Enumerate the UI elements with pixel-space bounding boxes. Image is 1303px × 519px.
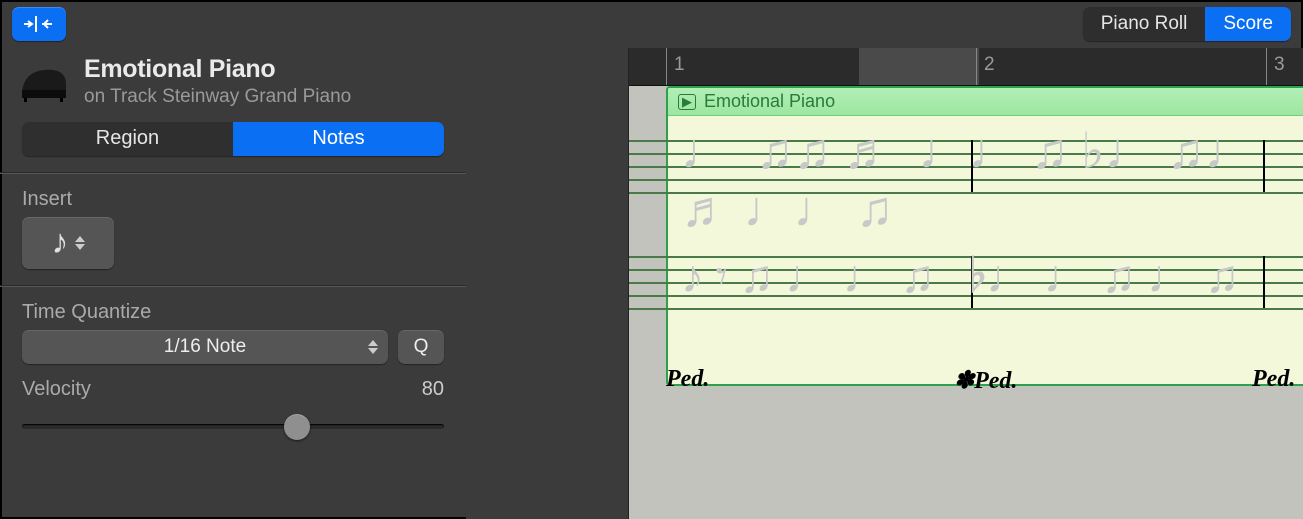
time-quantize-select[interactable]: 1/16 Note	[22, 330, 388, 364]
notes[interactable]: ♪ 𝄾 ♫ ♩ ♩ ♫ ♭♩ ♩ ♫ ♩ ♫	[681, 250, 1239, 305]
time-quantize-value: 1/16 Note	[164, 336, 246, 358]
timeline-ruler[interactable]: 1 2 3	[466, 48, 1303, 86]
pedal-marking[interactable]: ✽Ped.	[954, 366, 1017, 395]
region-title: Emotional Piano	[84, 56, 351, 84]
region-header[interactable]: ▶ Emotional Piano	[668, 88, 1303, 116]
stepper-arrows-icon	[75, 236, 85, 250]
catch-playhead-icon	[22, 14, 56, 34]
track-subtitle: on Track Steinway Grand Piano	[84, 86, 351, 108]
tab-piano-roll[interactable]: Piano Roll	[1083, 7, 1206, 41]
grand-staff: { 𝄞 44 ♩ ♫♫ ♬ ♩♩ ♫ ♭♩ ♫♩ ♬ ♩♩ ♫ 𝄢 44	[511, 140, 1303, 372]
bass-clef-icon: 𝄢	[473, 244, 510, 302]
editor-view-switch: Piano Roll Score	[1083, 7, 1291, 41]
pedal-marking[interactable]: Ped.	[1252, 366, 1295, 393]
apply-quantize-button[interactable]: Q	[398, 330, 444, 364]
score-area: 1 2 3 ▶ Emotional Piano { 𝄞 44	[466, 48, 1303, 519]
insert-note-value-popup[interactable]: ♪	[22, 217, 114, 269]
eighth-note-icon: ♪	[52, 226, 69, 260]
region-header-title: Emotional Piano	[704, 91, 835, 112]
tab-score[interactable]: Score	[1205, 7, 1291, 41]
time-signature: 44	[511, 266, 538, 296]
tab-region[interactable]: Region	[22, 122, 233, 156]
ruler-bar-number: 2	[984, 54, 995, 76]
treble-staff[interactable]: 𝄞 44 ♩ ♫♫ ♬ ♩♩ ♫ ♭♩ ♫♩ ♬ ♩♩ ♫	[511, 140, 1303, 200]
velocity-slider[interactable]	[22, 411, 444, 441]
inspector-panel: Emotional Piano on Track Steinway Grand …	[0, 48, 466, 519]
grand-piano-icon	[18, 62, 70, 102]
cycle-range[interactable]	[859, 48, 979, 85]
slider-knob[interactable]	[284, 414, 310, 440]
notes[interactable]: ♩ ♫♫ ♬ ♩♩ ♫ ♭♩ ♫♩ ♬ ♩♩ ♫	[681, 122, 1303, 238]
bass-staff[interactable]: 𝄢 44 ♪ 𝄾 ♫ ♩ ♩ ♫ ♭♩ ♩ ♫ ♩ ♫	[511, 256, 1303, 316]
time-signature: 44	[511, 150, 538, 180]
tab-notes[interactable]: Notes	[233, 122, 444, 156]
velocity-value: 80	[422, 378, 444, 401]
region-play-icon: ▶	[678, 94, 696, 110]
inspector-tab-switch: Region Notes	[22, 122, 444, 156]
insert-label: Insert	[0, 188, 466, 211]
stepper-arrows-icon	[368, 340, 378, 354]
ruler-bar-number: 3	[1274, 54, 1285, 76]
time-quantize-label: Time Quantize	[0, 301, 466, 324]
pedal-marking[interactable]: Ped.	[666, 366, 709, 393]
velocity-label: Velocity	[22, 378, 91, 401]
ruler-bar-number: 1	[674, 54, 685, 76]
catch-playhead-button[interactable]	[12, 7, 66, 41]
